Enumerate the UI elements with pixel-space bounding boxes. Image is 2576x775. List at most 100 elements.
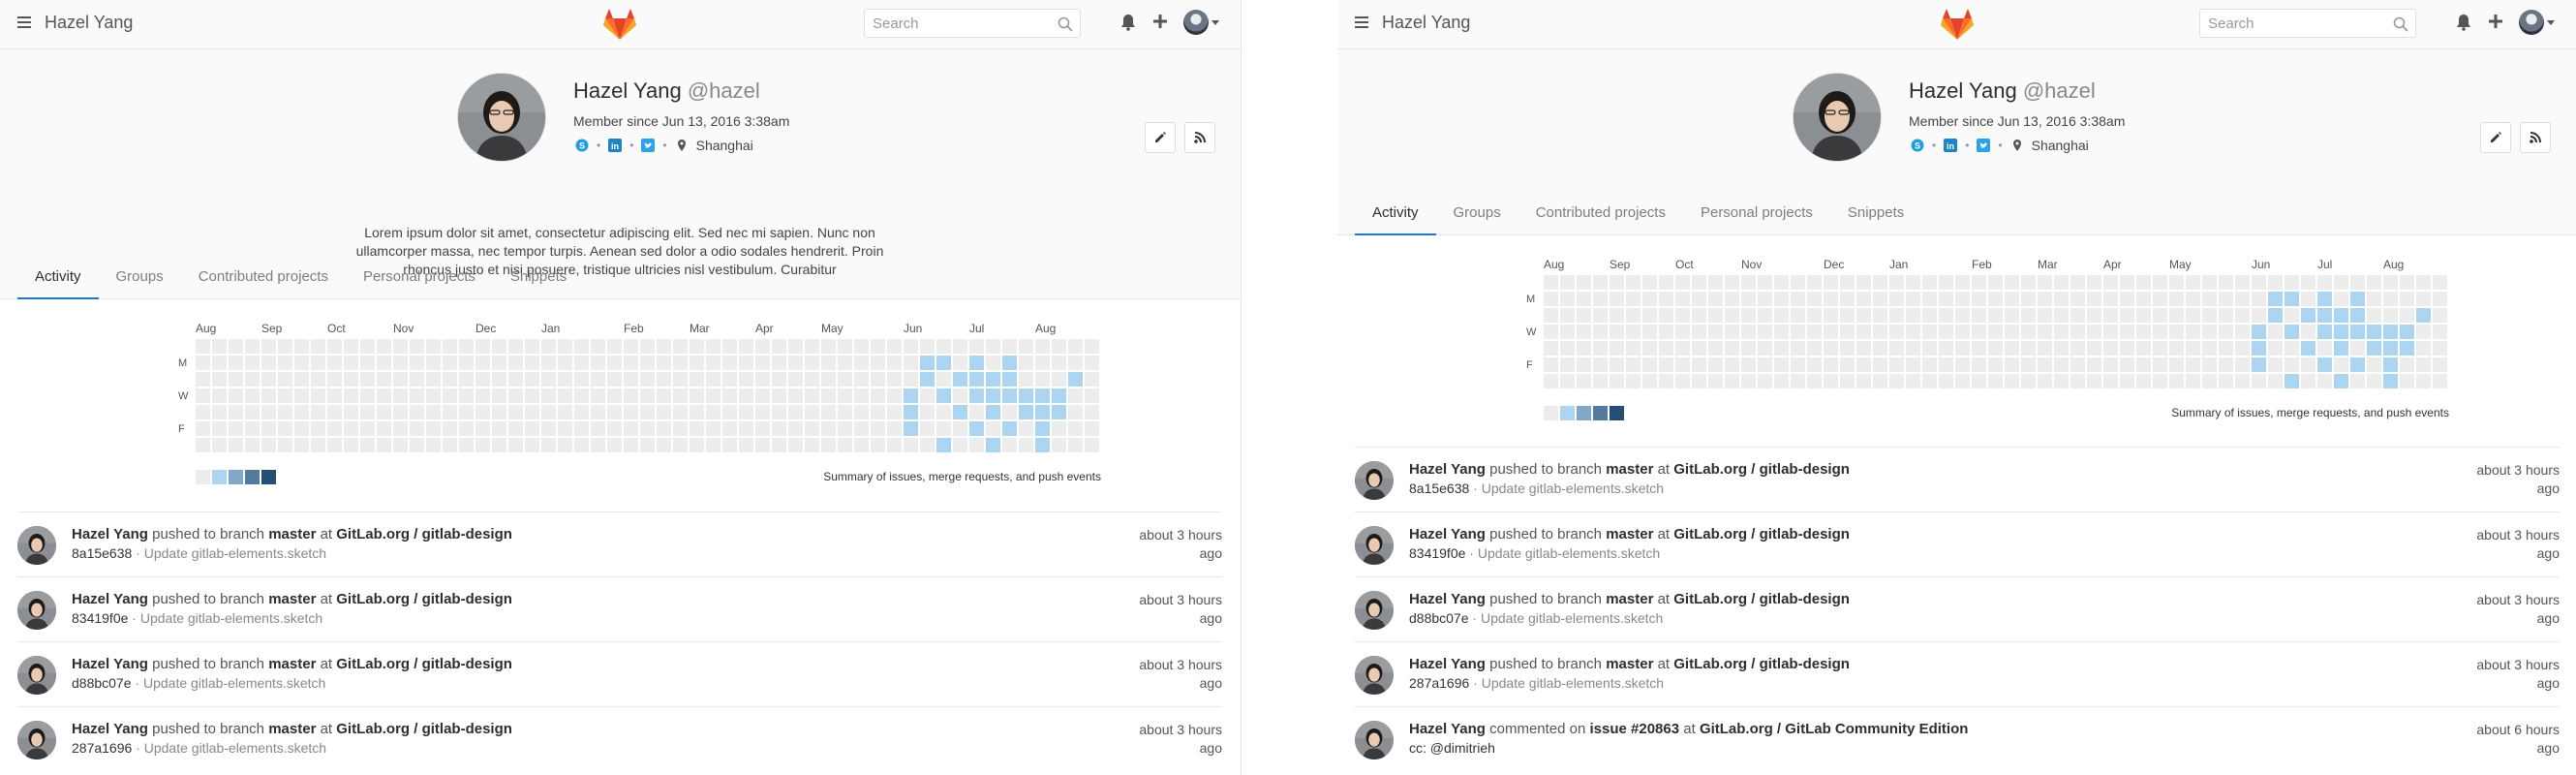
- calendar-day-cell[interactable]: [887, 405, 902, 419]
- calendar-day-cell[interactable]: [2334, 357, 2348, 372]
- calendar-day-cell[interactable]: [871, 388, 885, 403]
- calendar-day-cell[interactable]: [887, 388, 902, 403]
- calendar-day-cell[interactable]: [1577, 292, 1591, 306]
- calendar-day-cell[interactable]: [2350, 374, 2365, 388]
- calendar-day-cell[interactable]: [2153, 374, 2167, 388]
- calendar-day-cell[interactable]: [2433, 292, 2447, 306]
- calendar-day-cell[interactable]: [1560, 357, 1575, 372]
- calendar-day-cell[interactable]: [722, 388, 737, 403]
- calendar-day-cell[interactable]: [278, 421, 292, 436]
- calendar-day-cell[interactable]: [475, 438, 490, 452]
- calendar-day-cell[interactable]: [772, 421, 786, 436]
- calendar-day-cell[interactable]: [1544, 341, 1558, 356]
- calendar-day-cell[interactable]: [1544, 325, 1558, 339]
- calendar-day-cell[interactable]: [475, 388, 490, 403]
- calendar-day-cell[interactable]: [459, 339, 474, 354]
- calendar-day-cell[interactable]: [2285, 275, 2299, 290]
- calendar-day-cell[interactable]: [278, 372, 292, 387]
- calendar-day-cell[interactable]: [2186, 325, 2200, 339]
- author-avatar[interactable]: [17, 721, 56, 760]
- calendar-day-cell[interactable]: [212, 339, 227, 354]
- event-target-link[interactable]: master: [1606, 526, 1653, 542]
- calendar-day-cell[interactable]: [1544, 374, 1558, 388]
- calendar-day-cell[interactable]: [657, 438, 671, 452]
- calendar-day-cell[interactable]: [574, 421, 589, 436]
- calendar-day-cell[interactable]: [426, 388, 441, 403]
- calendar-day-cell[interactable]: [327, 372, 342, 387]
- calendar-day-cell[interactable]: [772, 405, 786, 419]
- calendar-day-cell[interactable]: [492, 405, 506, 419]
- calendar-day-cell[interactable]: [2169, 341, 2184, 356]
- calendar-day-cell[interactable]: [591, 372, 605, 387]
- calendar-day-cell[interactable]: [2416, 325, 2431, 339]
- calendar-day-cell[interactable]: [1972, 308, 1986, 323]
- tab-activity[interactable]: Activity: [1355, 195, 1436, 235]
- calendar-day-cell[interactable]: [772, 438, 786, 452]
- calendar-day-cell[interactable]: [607, 356, 622, 370]
- calendar-day-cell[interactable]: [508, 356, 523, 370]
- calendar-day-cell[interactable]: [936, 388, 951, 403]
- calendar-day-cell[interactable]: [2268, 325, 2283, 339]
- calendar-day-cell[interactable]: [229, 356, 243, 370]
- calendar-day-cell[interactable]: [459, 421, 474, 436]
- calendar-day-cell[interactable]: [1692, 292, 1706, 306]
- calendar-day-cell[interactable]: [1873, 308, 1887, 323]
- calendar-day-cell[interactable]: [475, 405, 490, 419]
- event-project-link[interactable]: GitLab.org / gitlab-design: [1673, 591, 1850, 607]
- calendar-day-cell[interactable]: [624, 388, 638, 403]
- calendar-day-cell[interactable]: [1955, 275, 1970, 290]
- calendar-day-cell[interactable]: [624, 405, 638, 419]
- calendar-day-cell[interactable]: [904, 438, 918, 452]
- calendar-day-cell[interactable]: [443, 356, 457, 370]
- calendar-day-cell[interactable]: [1593, 357, 1608, 372]
- calendar-day-cell[interactable]: [1593, 374, 1608, 388]
- calendar-day-cell[interactable]: [2070, 308, 2085, 323]
- calendar-day-cell[interactable]: [2383, 292, 2398, 306]
- calendar-day-cell[interactable]: [936, 356, 951, 370]
- calendar-day-cell[interactable]: [2087, 325, 2101, 339]
- calendar-day-cell[interactable]: [1659, 308, 1673, 323]
- calendar-day-cell[interactable]: [1840, 341, 1855, 356]
- calendar-day-cell[interactable]: [525, 388, 539, 403]
- calendar-day-cell[interactable]: [591, 421, 605, 436]
- calendar-day-cell[interactable]: [2367, 275, 2381, 290]
- calendar-day-cell[interactable]: [722, 405, 737, 419]
- calendar-day-cell[interactable]: [327, 356, 342, 370]
- calendar-day-cell[interactable]: [393, 421, 408, 436]
- author-avatar[interactable]: [17, 526, 56, 565]
- calendar-day-cell[interactable]: [936, 339, 951, 354]
- calendar-day-cell[interactable]: [344, 339, 358, 354]
- calendar-day-cell[interactable]: [1856, 292, 1871, 306]
- calendar-day-cell[interactable]: [1725, 275, 1739, 290]
- calendar-day-cell[interactable]: [1906, 275, 1920, 290]
- calendar-day-cell[interactable]: [574, 405, 589, 419]
- calendar-day-cell[interactable]: [936, 405, 951, 419]
- calendar-day-cell[interactable]: [1675, 292, 1690, 306]
- calendar-day-cell[interactable]: [1610, 357, 1624, 372]
- calendar-day-cell[interactable]: [1922, 341, 1937, 356]
- calendar-day-cell[interactable]: [1758, 374, 1772, 388]
- calendar-day-cell[interactable]: [772, 372, 786, 387]
- calendar-day-cell[interactable]: [690, 438, 704, 452]
- calendar-day-cell[interactable]: [920, 339, 935, 354]
- calendar-day-cell[interactable]: [459, 405, 474, 419]
- gitlab-logo-icon[interactable]: [602, 8, 637, 41]
- calendar-day-cell[interactable]: [245, 339, 260, 354]
- calendar-day-cell[interactable]: [969, 421, 984, 436]
- calendar-day-cell[interactable]: [2235, 341, 2250, 356]
- event-project-link[interactable]: GitLab.org / gitlab-design: [336, 656, 512, 672]
- calendar-day-cell[interactable]: [245, 405, 260, 419]
- calendar-day-cell[interactable]: [887, 421, 902, 436]
- calendar-day-cell[interactable]: [229, 388, 243, 403]
- calendar-day-cell[interactable]: [245, 388, 260, 403]
- calendar-day-cell[interactable]: [706, 356, 721, 370]
- calendar-day-cell[interactable]: [821, 372, 836, 387]
- calendar-day-cell[interactable]: [1068, 388, 1083, 403]
- calendar-day-cell[interactable]: [574, 339, 589, 354]
- calendar-day-cell[interactable]: [1889, 308, 1904, 323]
- calendar-day-cell[interactable]: [904, 356, 918, 370]
- calendar-day-cell[interactable]: [410, 339, 424, 354]
- calendar-day-cell[interactable]: [294, 421, 309, 436]
- calendar-day-cell[interactable]: [1856, 374, 1871, 388]
- event-project-link[interactable]: GitLab.org / gitlab-design: [336, 526, 512, 542]
